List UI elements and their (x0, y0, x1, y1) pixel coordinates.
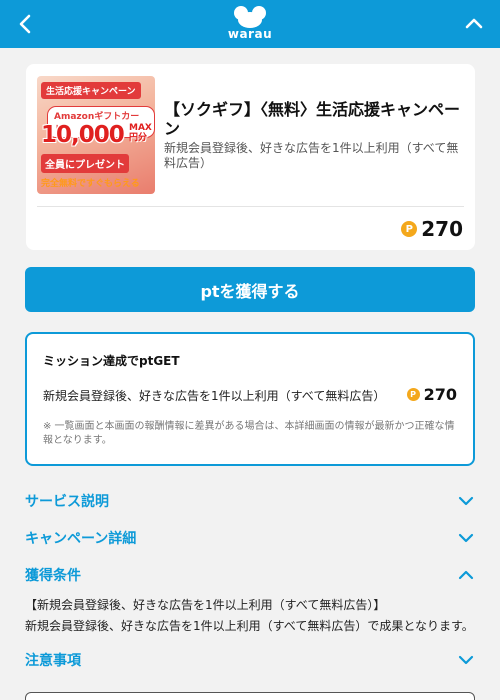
chevron-up-icon[interactable] (460, 10, 488, 38)
section-conditions[interactable]: 獲得条件 (25, 563, 475, 587)
chevron-down-icon (458, 655, 474, 665)
section-campaign-label: キャンペーン詳細 (25, 531, 137, 547)
offer-points-value: 270 (421, 217, 463, 241)
offer-description: 新規会員登録後、好きな広告を1件以上利用（すべて無料広告） (164, 141, 459, 170)
back-arrow-icon[interactable] (12, 10, 40, 38)
mission-title: ミッション達成でptGET (43, 354, 180, 368)
conditions-detail-heading: 【新規会員登録後、好きな広告を1件以上利用（すべて無料広告）】 (25, 598, 386, 612)
chevron-up-icon (458, 570, 474, 580)
conditions-detail-text: 新規会員登録後、好きな広告を1件以上利用（すべて無料広告）で成果となります。 (25, 619, 474, 633)
offer-points: P 270 (401, 217, 463, 241)
chevron-down-icon (458, 533, 474, 543)
divider (37, 206, 464, 207)
mascot-icon (234, 6, 266, 28)
chevron-down-icon (458, 496, 474, 506)
bottom-panel[interactable] (25, 692, 475, 700)
point-coin-icon: P (406, 388, 420, 401)
section-service-label: サービス説明 (25, 494, 109, 510)
thumbnail-band: 全員にプレゼント (41, 154, 129, 173)
get-points-button[interactable]: ptを獲得する (25, 267, 475, 312)
section-conditions-label: 獲得条件 (25, 568, 81, 584)
offer-thumbnail: 生活応援キャンペーン Amazonギフトカード 10,000 MAX 円分 全員… (37, 76, 155, 194)
section-service[interactable]: サービス説明 (25, 489, 475, 513)
section-caution-label: 注意事項 (25, 653, 81, 669)
app-header: warau (0, 0, 500, 48)
offer-card: 生活応援キャンペーン Amazonギフトカード 10,000 MAX 円分 全員… (26, 64, 475, 250)
mission-condition: 新規会員登録後、好きな広告を1件以上利用（すべて無料広告） (43, 389, 386, 403)
mission-points-value: 270 (423, 385, 457, 404)
mission-points: P 270 (406, 385, 457, 404)
section-campaign[interactable]: キャンペーン詳細 (25, 526, 475, 550)
section-caution[interactable]: 注意事項 (25, 648, 475, 672)
thumbnail-footer: 完全無料ですぐもらえる (41, 179, 140, 189)
thumbnail-amount-suffix: MAX 円分 (129, 123, 152, 143)
thumbnail-amount: 10,000 (41, 122, 125, 148)
mission-box: ミッション達成でptGET 新規会員登録後、好きな広告を1件以上利用（すべて無料… (25, 332, 475, 466)
thumbnail-tag: 生活応援キャンペーン (41, 82, 141, 99)
offer-title: 【ソクギフ】〈無料〉生活応援キャンペーン (164, 100, 461, 138)
logo-text: warau (227, 27, 273, 41)
warau-logo[interactable]: warau (224, 5, 276, 43)
point-coin-icon: P (401, 221, 418, 237)
mission-note: ※ 一覧画面と本画面の報酬情報に差異がある場合は、本詳細画面の情報が最新かつ正確… (43, 421, 455, 446)
